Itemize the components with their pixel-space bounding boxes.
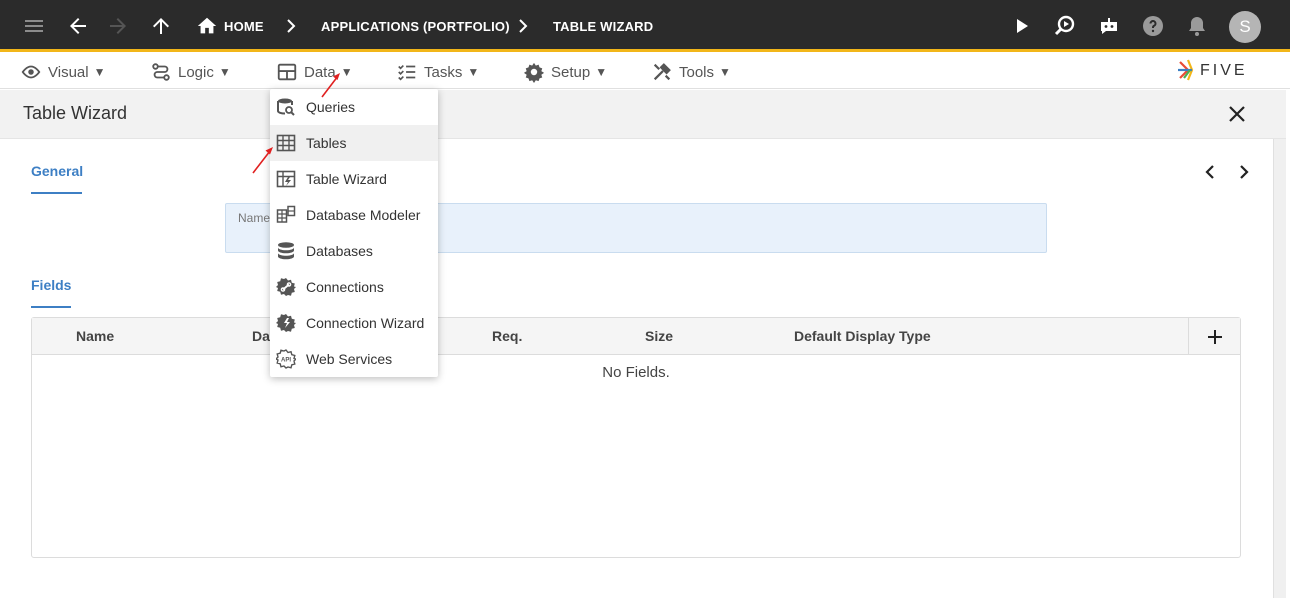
caret-down-icon: ▼ [719, 65, 731, 79]
connections-icon [276, 278, 296, 296]
web-services-icon: API [276, 349, 296, 369]
tab-fields[interactable]: Fields [31, 277, 71, 293]
forward-arrow-icon[interactable] [106, 14, 130, 38]
chevron-left-icon[interactable] [1200, 162, 1220, 182]
column-header-size[interactable]: Size [645, 328, 673, 344]
menu-tasks[interactable]: Tasks ▼ [396, 61, 479, 83]
menu-item-label: Connections [306, 279, 384, 295]
add-field-button[interactable] [1188, 318, 1240, 355]
menu-label: Tools [679, 63, 715, 81]
column-header-req[interactable]: Req. [492, 328, 522, 344]
menu-item-label: Web Services [306, 351, 393, 367]
five-logo: FIVE [1176, 58, 1268, 82]
data-dropdown-menu: Queries Tables Table Wizard Database Mod… [270, 89, 438, 377]
menu-item-web-services[interactable]: API Web Services [270, 341, 438, 377]
close-icon[interactable] [1226, 103, 1248, 125]
breadcrumb-table-wizard[interactable]: TABLE WIZARD [553, 19, 653, 34]
column-header-name[interactable]: Name [76, 328, 114, 344]
menu-item-label: Tables [306, 135, 347, 151]
name-field-label: Name [238, 211, 271, 225]
chevron-right-icon [519, 19, 528, 33]
menu-setup[interactable]: Setup ▼ [523, 61, 607, 83]
back-arrow-icon[interactable] [66, 14, 90, 38]
menu-item-connections[interactable]: Connections [270, 269, 438, 305]
caret-down-icon: ▼ [467, 65, 480, 79]
chevron-right-icon [287, 19, 296, 33]
chevron-right-icon[interactable] [1234, 162, 1254, 182]
caret-down-icon: ▼ [218, 65, 231, 79]
svg-text:API: API [281, 358, 291, 364]
menu-item-label: Queries [306, 99, 356, 115]
menu-visual[interactable]: Visual ▼ [20, 61, 105, 83]
plus-icon [1207, 329, 1222, 344]
menu-item-tables[interactable]: Tables [270, 125, 438, 161]
tab-underline [31, 192, 82, 194]
fields-table: Name Da Req. Size Default Display Type N… [31, 317, 1241, 558]
logic-icon [152, 63, 170, 81]
hamburger-menu-icon[interactable] [22, 14, 46, 38]
up-arrow-icon[interactable] [149, 14, 173, 38]
annotation-arrow-icon [321, 73, 340, 98]
caret-down-icon: ▼ [93, 65, 106, 79]
table-wizard-icon [276, 170, 296, 188]
debug-icon[interactable] [1053, 14, 1077, 38]
tasks-icon [398, 64, 416, 81]
empty-state-text: No Fields. [602, 364, 670, 381]
table-header: Name Da Req. Size Default Display Type [32, 318, 1240, 355]
page-title: Table Wizard [23, 103, 128, 123]
avatar[interactable]: S [1229, 11, 1261, 43]
menu-item-label: Database Modeler [306, 207, 421, 223]
database-modeler-icon [276, 205, 296, 223]
gear-icon [523, 62, 545, 83]
databases-icon [278, 242, 294, 260]
top-bar: HOME APPLICATIONS (PORTFOLIO) TABLE WIZA… [0, 0, 1290, 52]
breadcrumb-applications[interactable]: APPLICATIONS (PORTFOLIO) [321, 19, 510, 34]
chat-bot-icon[interactable] [1097, 14, 1121, 38]
connection-wizard-icon [276, 314, 296, 332]
help-icon[interactable] [1141, 14, 1165, 38]
menu-label: Setup [551, 63, 591, 81]
queries-icon [277, 98, 295, 116]
menu-item-database-modeler[interactable]: Database Modeler [270, 197, 438, 233]
menu-item-databases[interactable]: Databases [270, 233, 438, 269]
menu-logic[interactable]: Logic ▼ [150, 61, 231, 83]
tables-icon [276, 134, 296, 152]
menu-item-connection-wizard[interactable]: Connection Wizard [270, 305, 438, 341]
menu-tools[interactable]: Tools ▼ [651, 61, 731, 83]
scrollbar[interactable] [1273, 139, 1286, 598]
menu-label: Tasks [424, 63, 463, 81]
menu-item-label: Table Wizard [306, 171, 387, 187]
home-icon[interactable] [196, 14, 218, 38]
notification-bell-icon[interactable] [1185, 14, 1209, 38]
menu-label: Logic [178, 63, 214, 81]
tab-underline [31, 306, 71, 308]
table-icon [277, 63, 297, 81]
menu-item-label: Databases [306, 243, 373, 259]
menu-item-table-wizard[interactable]: Table Wizard [270, 161, 438, 197]
eye-icon [21, 65, 41, 79]
column-header-default-display-type[interactable]: Default Display Type [794, 328, 931, 344]
menu-label: Visual [48, 63, 89, 81]
tab-general[interactable]: General [31, 163, 83, 179]
play-icon[interactable] [1010, 14, 1034, 38]
svg-text:FIVE: FIVE [1200, 62, 1248, 79]
caret-down-icon: ▼ [595, 65, 608, 79]
panel-header [0, 90, 1286, 139]
column-header-data-type[interactable]: Da [252, 328, 270, 344]
tools-icon [653, 63, 671, 81]
breadcrumb-home[interactable]: HOME [224, 19, 264, 34]
annotation-arrow-icon [252, 147, 273, 174]
menu-item-queries[interactable]: Queries [270, 89, 438, 125]
menu-item-label: Connection Wizard [306, 315, 425, 331]
